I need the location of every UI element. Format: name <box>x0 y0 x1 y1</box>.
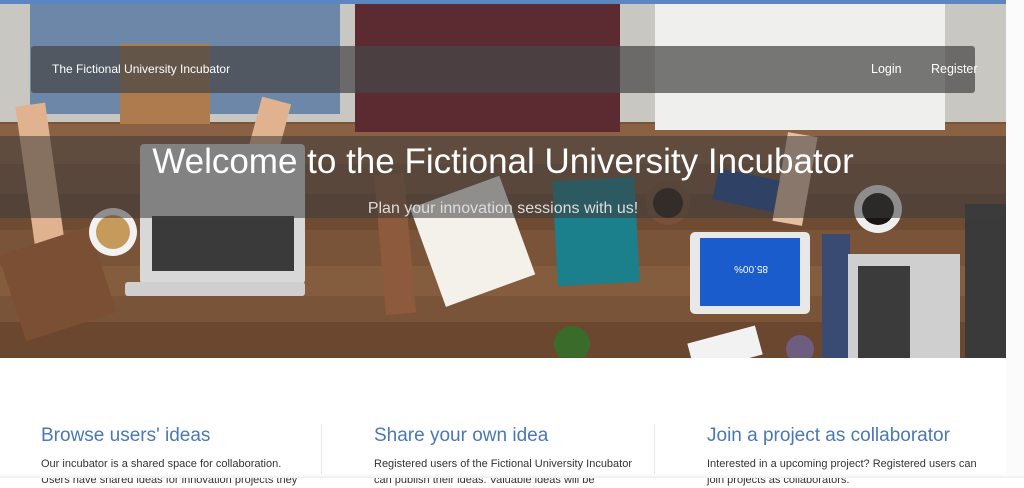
feature-title: Share your own idea <box>374 425 549 446</box>
feature-text: Registered users of the Fictional Univer… <box>374 458 633 486</box>
feature-share-idea: Share your own idea Registered users of … <box>374 424 644 488</box>
feature-divider <box>321 424 322 478</box>
feature-title: Browse users' ideas <box>41 425 211 446</box>
feature-browse-ideas: Browse users' ideas Our incubator is a s… <box>41 424 311 488</box>
navbar: The Fictional University Incubator Login… <box>31 46 978 93</box>
feature-text: Our incubator is a shared space for coll… <box>41 458 298 486</box>
feature-title: Join a project as collaborator <box>707 425 950 446</box>
scrollbar-track[interactable] <box>1006 0 1024 478</box>
feature-text: Interested in a upcoming project? Regist… <box>707 458 977 486</box>
bottom-edge <box>0 474 1024 478</box>
login-link[interactable]: Login <box>871 62 902 76</box>
hero-section: 85.00% The Fictional University Incubato… <box>0 4 1006 358</box>
feature-divider <box>654 424 655 478</box>
tablet-stat-text: 85.00% <box>734 263 768 274</box>
hero-title: Welcome to the Fictional University Incu… <box>152 142 854 181</box>
navbar-brand[interactable]: The Fictional University Incubator <box>52 62 230 76</box>
hero-subtitle: Plan your innovation sessions with us! <box>367 200 639 217</box>
feature-join-project: Join a project as collaborator Intereste… <box>707 424 977 488</box>
register-link[interactable]: Register <box>931 62 978 76</box>
